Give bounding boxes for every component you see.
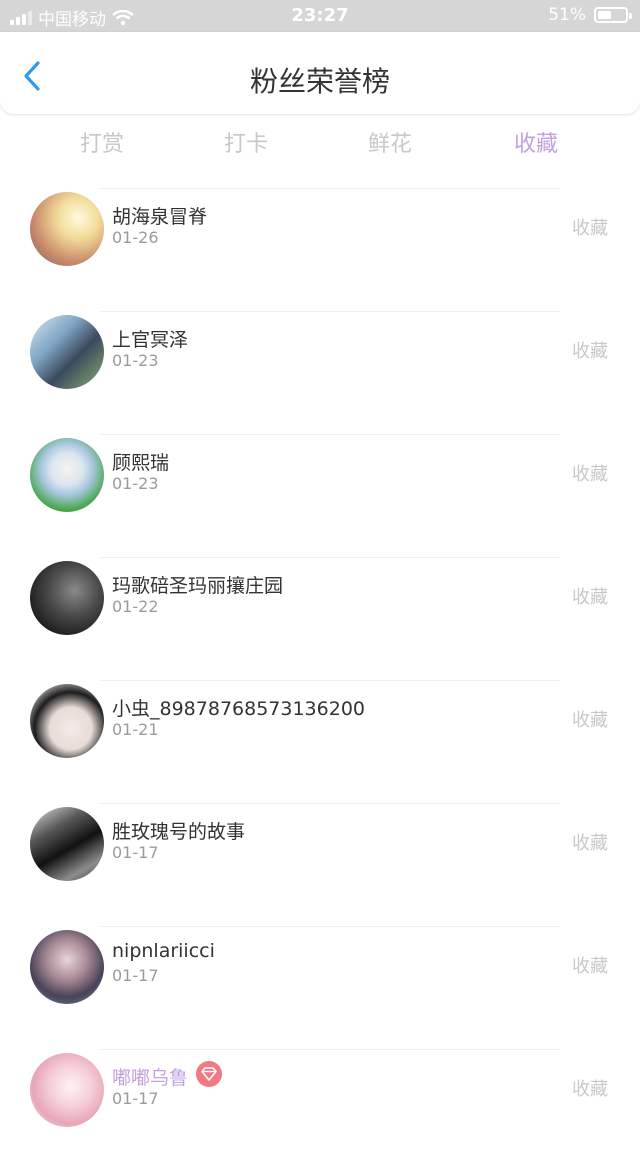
divider xyxy=(100,680,560,681)
list-item[interactable]: 顾熙瑞 01-23 收藏 xyxy=(0,434,640,557)
battery-icon xyxy=(594,7,632,23)
tab-checkin[interactable]: 打卡 xyxy=(224,126,268,158)
list-item[interactable]: 胜玫瑰号的故事 01-17 收藏 xyxy=(0,803,640,926)
page-title: 粉丝荣誉榜 xyxy=(249,65,390,98)
list-item[interactable]: nipnlariicci 01-17 收藏 xyxy=(0,926,640,1049)
list-item[interactable]: 玛歌碚圣玛丽攘庄园 01-22 收藏 xyxy=(0,557,640,680)
tab-reward[interactable]: 打赏 xyxy=(80,126,124,158)
action-label: 收藏 xyxy=(572,710,608,731)
fan-name: 胡海泉冒脊 xyxy=(112,206,208,228)
list-item[interactable]: 嘟嘟乌鲁 01-17 收藏 xyxy=(0,1049,640,1172)
fan-name: nipnlariicci xyxy=(112,940,215,962)
list-item[interactable]: 胡海泉冒脊 01-26 收藏 xyxy=(0,188,640,311)
vip-badge xyxy=(196,1061,222,1087)
action-label: 收藏 xyxy=(572,341,608,362)
avatar[interactable] xyxy=(30,192,104,266)
avatar[interactable] xyxy=(30,684,104,758)
avatar[interactable] xyxy=(30,1053,104,1127)
fan-date: 01-23 xyxy=(112,474,159,493)
fan-date: 01-22 xyxy=(112,597,159,616)
fan-date: 01-21 xyxy=(112,720,159,739)
fan-date: 01-23 xyxy=(112,351,159,370)
battery-fill xyxy=(598,11,612,19)
divider xyxy=(100,926,560,927)
action-label: 收藏 xyxy=(572,218,608,239)
fan-date: 01-26 xyxy=(112,228,159,247)
fan-name: 上官冥泽 xyxy=(112,329,189,351)
action-label: 收藏 xyxy=(572,956,608,977)
action-label: 收藏 xyxy=(572,587,608,608)
fan-name: 玛歌碚圣玛丽攘庄园 xyxy=(112,575,284,597)
fan-name: 嘟嘟乌鲁 xyxy=(112,1067,189,1089)
action-label: 收藏 xyxy=(572,1079,608,1100)
fan-date: 01-17 xyxy=(112,1089,159,1108)
avatar[interactable] xyxy=(30,930,104,1004)
divider xyxy=(100,188,560,189)
battery-percent: 51% xyxy=(548,5,586,25)
fan-date: 01-17 xyxy=(112,843,159,862)
tab-favorites[interactable]: 收藏 xyxy=(514,126,558,158)
list-item[interactable]: 上官冥泽 01-23 收藏 xyxy=(0,311,640,434)
tab-bar: 打赏 打卡 鲜花 收藏 xyxy=(0,122,640,162)
status-right: 51% xyxy=(548,5,632,25)
nav-bar: 粉丝荣誉榜 xyxy=(0,32,640,114)
action-label: 收藏 xyxy=(572,833,608,854)
tab-flowers[interactable]: 鲜花 xyxy=(368,126,412,158)
status-bar: 中国移动 23:27 51% xyxy=(0,0,640,32)
fan-name: 胜玫瑰号的故事 xyxy=(112,821,246,843)
action-label: 收藏 xyxy=(572,464,608,485)
status-time: 23:27 xyxy=(291,5,349,26)
divider xyxy=(100,1049,560,1050)
divider xyxy=(100,311,560,312)
avatar[interactable] xyxy=(30,315,104,389)
divider xyxy=(100,557,560,558)
avatar[interactable] xyxy=(30,561,104,635)
divider xyxy=(100,434,560,435)
divider xyxy=(100,803,560,804)
list-item[interactable]: 小虫_89878768573136200 01-21 收藏 xyxy=(0,680,640,803)
fan-name: 小虫_89878768573136200 xyxy=(112,698,366,720)
avatar[interactable] xyxy=(30,438,104,512)
fan-name: 顾熙瑞 xyxy=(112,452,170,474)
diamond-icon xyxy=(201,1067,217,1081)
fan-date: 01-17 xyxy=(112,966,159,985)
avatar[interactable] xyxy=(30,807,104,881)
